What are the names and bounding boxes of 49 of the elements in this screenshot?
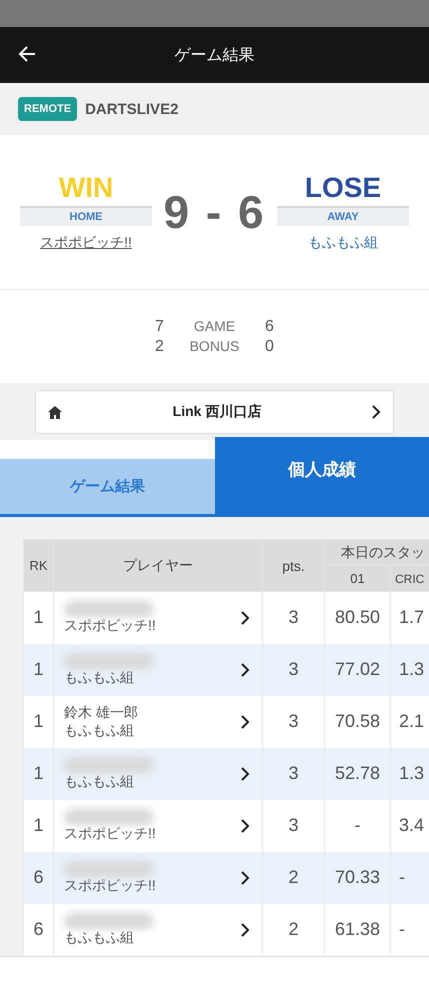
player-row-link[interactable]: 鈴木 雄一郎 もふもふ組 bbox=[54, 704, 262, 740]
chevron-right-icon bbox=[241, 714, 250, 728]
match-result: WIN bbox=[58, 172, 114, 204]
team-name: もふもふ組 bbox=[64, 928, 134, 946]
home-count: 2 bbox=[154, 338, 165, 356]
column-header: 01 bbox=[324, 566, 390, 592]
chevron-right-icon bbox=[241, 870, 250, 884]
side-label: HOME bbox=[20, 206, 152, 226]
remote-badge: REMOTE bbox=[18, 97, 78, 121]
shop-link[interactable]: Link 西川口店 bbox=[35, 390, 394, 434]
breakdown-label: BONUS bbox=[188, 338, 240, 356]
column-group-header: 本日のスタッ bbox=[324, 540, 429, 566]
chevron-right-icon bbox=[241, 922, 250, 936]
column-header: CRIC bbox=[390, 566, 429, 592]
team-name: もふもふ組 bbox=[64, 722, 134, 740]
player-row-link[interactable]: もふもふ組 bbox=[54, 912, 262, 946]
screen-title: ゲーム結果 bbox=[174, 46, 254, 66]
chevron-right-icon bbox=[241, 662, 250, 676]
chevron-right-icon bbox=[241, 610, 250, 625]
column-header: プレイヤー bbox=[54, 540, 262, 592]
match-score: 9 - 6 bbox=[163, 185, 266, 239]
player-row-link[interactable]: もふもふ組 bbox=[54, 652, 262, 686]
match-result: LOSE bbox=[304, 172, 382, 204]
breakdown-label: GAME bbox=[192, 318, 236, 336]
team-name: もふもふ組 bbox=[64, 668, 134, 686]
machine-name: DARTSLIVE2 bbox=[85, 100, 178, 118]
chevron-right-icon bbox=[241, 818, 250, 832]
player-name: 鈴木 雄一郎 bbox=[64, 704, 138, 722]
team-name[interactable]: スポポビッチ!! bbox=[40, 234, 132, 252]
away-count: 0 bbox=[264, 338, 275, 356]
column-header: RK bbox=[24, 540, 54, 592]
team-name: スポポビッチ!! bbox=[64, 876, 156, 894]
team-name: スポポビッチ!! bbox=[64, 616, 156, 635]
side-label: AWAY bbox=[276, 206, 409, 226]
player-row-link[interactable]: スポポビッチ!! bbox=[54, 808, 262, 842]
team-name: もふもふ組 bbox=[64, 772, 134, 790]
chevron-right-icon bbox=[241, 766, 250, 780]
home-count: 7 bbox=[154, 318, 165, 336]
player-row-link[interactable]: スポポビッチ!! bbox=[54, 860, 262, 894]
away-count: 6 bbox=[264, 318, 275, 336]
team-name[interactable]: もふもふ組 bbox=[308, 234, 378, 252]
column-header: pts. bbox=[262, 540, 324, 592]
team-name: スポポビッチ!! bbox=[64, 824, 156, 842]
chevron-right-icon bbox=[372, 405, 381, 419]
home-icon bbox=[48, 406, 62, 418]
player-row-link[interactable]: もふもふ組 bbox=[54, 756, 262, 790]
tab[interactable]: 個人成績 bbox=[215, 437, 429, 514]
player-row-link[interactable]: スポポビッチ!! bbox=[54, 600, 262, 635]
back-arrow-icon[interactable] bbox=[18, 45, 36, 63]
